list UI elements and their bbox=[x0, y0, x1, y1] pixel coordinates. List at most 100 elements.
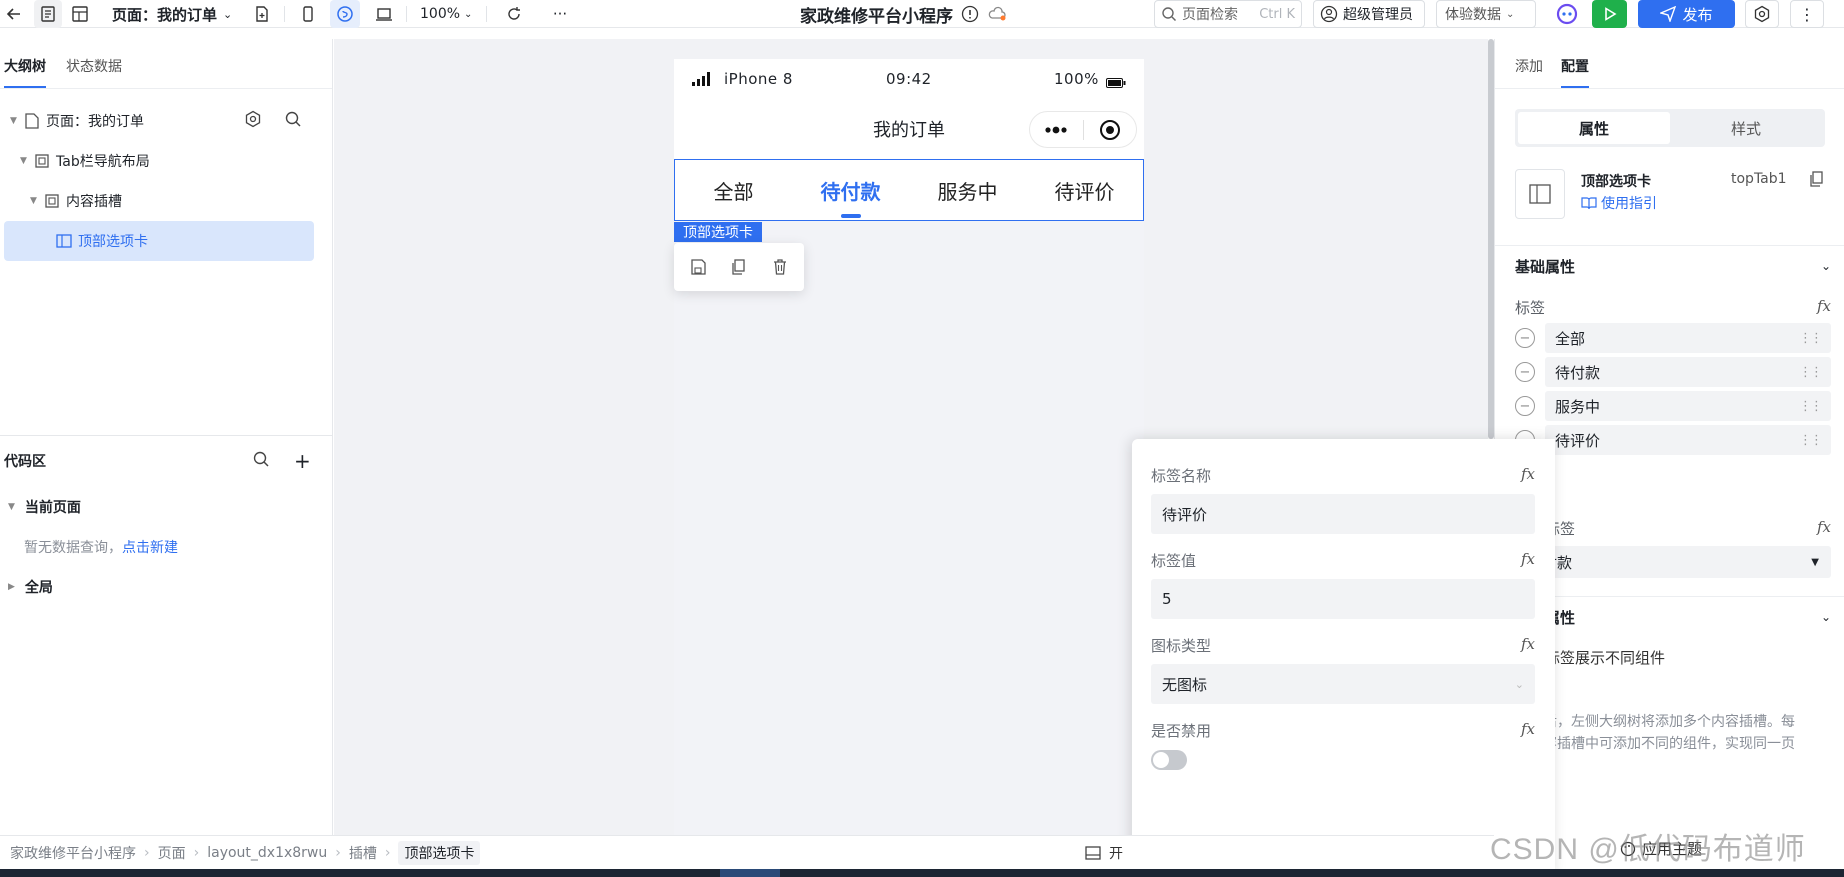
tree-item-tab-layout[interactable]: ▼ Tab栏导航布局 bbox=[20, 141, 150, 181]
signal-icon bbox=[692, 72, 712, 90]
disabled-field-label: 是否禁用 fx bbox=[1151, 720, 1535, 741]
search-icon[interactable] bbox=[252, 450, 270, 472]
breadcrumb-item[interactable]: 页面 bbox=[158, 843, 186, 863]
icon-type-label: 图标类型 bbox=[1151, 637, 1212, 655]
tag-value-input[interactable]: 5 bbox=[1151, 579, 1535, 619]
miniprogram-capsule[interactable] bbox=[1029, 111, 1137, 148]
segment-properties[interactable]: 属性 bbox=[1518, 112, 1670, 144]
phone-tab-in-service[interactable]: 服务中 bbox=[909, 160, 1026, 220]
play-icon bbox=[1604, 7, 1617, 21]
fx-icon[interactable]: fx bbox=[1521, 720, 1535, 741]
tag-row[interactable]: − 待付款 ⋮⋮ bbox=[1515, 357, 1831, 387]
app-title-text: 家政维修平台小程序 bbox=[800, 6, 953, 27]
breadcrumb-item[interactable]: 家政维修平台小程序 bbox=[10, 843, 136, 863]
usage-guide-label: 使用指引 bbox=[1601, 196, 1657, 212]
tab-add[interactable]: 添加 bbox=[1515, 56, 1543, 88]
top-tabs-component[interactable]: 全部 待付款 服务中 待评价 bbox=[674, 159, 1144, 221]
breadcrumb-item[interactable]: layout_dx1x8rwu bbox=[207, 845, 327, 861]
layout-icon[interactable] bbox=[66, 0, 94, 28]
disabled-toggle[interactable] bbox=[1151, 750, 1187, 770]
tab-config[interactable]: 配置 bbox=[1561, 56, 1589, 88]
gear-icon[interactable] bbox=[244, 110, 262, 132]
create-new-link[interactable]: 点击新建 bbox=[122, 537, 178, 557]
copy-icon[interactable] bbox=[1809, 171, 1825, 191]
drag-handle-icon[interactable]: ⋮⋮ bbox=[1799, 433, 1823, 448]
refresh-icon[interactable] bbox=[500, 0, 528, 28]
page-selector[interactable]: 页面：我的订单 ⌄ bbox=[112, 0, 232, 28]
mobile-view-icon[interactable] bbox=[294, 0, 322, 28]
tree-item-top-tabs[interactable]: 顶部选项卡 bbox=[4, 221, 314, 261]
taskbar-active-item[interactable] bbox=[720, 869, 780, 877]
carrier-label: iPhone 8 bbox=[724, 70, 793, 88]
current-page-group[interactable]: ▼ 当前页面 bbox=[8, 497, 81, 517]
run-button[interactable] bbox=[1592, 0, 1627, 28]
delete-icon[interactable] bbox=[771, 258, 789, 276]
copy-icon[interactable] bbox=[730, 258, 748, 276]
tree-item-content-slot[interactable]: ▼ 内容插槽 bbox=[30, 181, 122, 221]
fx-icon[interactable]: fx bbox=[1521, 635, 1535, 656]
page-selector-label: 页面：我的订单 bbox=[112, 5, 218, 24]
tag-row[interactable]: − 全部 ⋮⋮ bbox=[1515, 323, 1831, 353]
tree-item-page[interactable]: ▼ 页面：我的订单 bbox=[10, 101, 330, 141]
remove-icon[interactable]: − bbox=[1515, 328, 1535, 348]
drag-handle-icon[interactable]: ⋮⋮ bbox=[1799, 331, 1823, 346]
tab-state-data[interactable]: 状态数据 bbox=[66, 56, 122, 88]
basic-properties-header[interactable]: 基础属性 ⌄ bbox=[1515, 246, 1831, 286]
remove-icon[interactable]: − bbox=[1515, 362, 1535, 382]
desktop-view-icon[interactable] bbox=[370, 0, 398, 28]
save-icon[interactable] bbox=[689, 258, 707, 276]
publish-button[interactable]: 发布 bbox=[1638, 0, 1735, 28]
phone-navbar: 我的订单 bbox=[674, 99, 1144, 159]
fx-icon[interactable]: fx bbox=[1521, 465, 1535, 486]
phone-tab-to-review[interactable]: 待评价 bbox=[1026, 160, 1143, 220]
advanced-properties-header[interactable]: 高级属性 ⌄ bbox=[1515, 597, 1831, 637]
icon-type-select[interactable]: 无图标 ⌄ bbox=[1151, 664, 1535, 704]
fx-icon[interactable]: fx bbox=[1817, 297, 1831, 318]
ai-assistant-icon[interactable] bbox=[1552, 0, 1582, 28]
remove-icon[interactable]: − bbox=[1515, 396, 1535, 416]
caret-down-icon[interactable]: ▼ bbox=[30, 196, 40, 206]
more-dots-icon[interactable] bbox=[1030, 126, 1083, 134]
tag-row[interactable]: − 服务中 ⋮⋮ bbox=[1515, 391, 1831, 421]
search-icon[interactable] bbox=[284, 110, 302, 132]
admin-button[interactable]: 超级管理员 bbox=[1313, 0, 1425, 28]
usage-guide-link[interactable]: 使用指引 bbox=[1581, 193, 1657, 213]
info-icon[interactable] bbox=[961, 5, 979, 23]
fx-icon[interactable]: fx bbox=[1521, 550, 1535, 571]
document-icon[interactable] bbox=[34, 0, 62, 28]
phone-tab-pending-payment[interactable]: 待付款 bbox=[792, 160, 909, 220]
add-icon[interactable]: + bbox=[294, 449, 311, 473]
chevron-down-icon: ⌄ bbox=[1514, 677, 1524, 691]
zoom-selector[interactable]: 100% ⌄ bbox=[420, 0, 472, 28]
fx-icon[interactable]: fx bbox=[1817, 518, 1831, 539]
right-tabs: 添加 配置 bbox=[1495, 39, 1844, 89]
more-button[interactable]: ··· bbox=[546, 0, 574, 28]
chevron-down-icon: ⌄ bbox=[464, 8, 473, 20]
global-group[interactable]: ▶ 全局 bbox=[8, 577, 53, 597]
new-page-icon[interactable] bbox=[248, 0, 276, 28]
default-tag-select[interactable]: 待付款 ▼ bbox=[1515, 546, 1831, 578]
experience-data-dropdown[interactable]: 体验数据 ⌄ bbox=[1436, 0, 1536, 28]
left-panel: 大纲树 状态数据 ▼ 页面：我的订单 ▼ Tab栏导航布局 ▼ 内容插槽 顶部选… bbox=[0, 39, 333, 835]
drag-handle-icon[interactable]: ⋮⋮ bbox=[1799, 365, 1823, 380]
tag-name-input[interactable]: 待评价 bbox=[1151, 494, 1535, 534]
watermark: CSDN @低代码布道师 bbox=[1490, 833, 1806, 866]
bottom-toggle-area[interactable]: 开 bbox=[1085, 843, 1123, 863]
segment-style[interactable]: 样式 bbox=[1670, 112, 1822, 144]
phone-tab-all[interactable]: 全部 bbox=[675, 160, 792, 220]
miniprogram-view-icon[interactable] bbox=[330, 0, 360, 28]
tag-row[interactable]: − 待评价⋮⋮ bbox=[1515, 425, 1831, 455]
close-capsule-icon[interactable] bbox=[1083, 119, 1136, 141]
tab-outline-tree[interactable]: 大纲树 bbox=[4, 56, 46, 88]
global-label: 全局 bbox=[24, 580, 53, 596]
breadcrumb-item[interactable]: 插槽 bbox=[349, 843, 377, 863]
drag-handle-icon[interactable]: ⋮⋮ bbox=[1799, 399, 1823, 414]
tabs-component-icon bbox=[1515, 169, 1565, 219]
back-arrow-icon[interactable] bbox=[0, 0, 28, 28]
page-search-box[interactable]: 页面检索 Ctrl K bbox=[1154, 0, 1302, 28]
breadcrumb-current[interactable]: 顶部选项卡 bbox=[398, 840, 481, 865]
settings-button[interactable] bbox=[1745, 0, 1779, 28]
caret-down-icon[interactable]: ▼ bbox=[20, 156, 30, 166]
overflow-menu-button[interactable]: ⋮ bbox=[1790, 0, 1824, 28]
caret-down-icon[interactable]: ▼ bbox=[10, 116, 20, 126]
